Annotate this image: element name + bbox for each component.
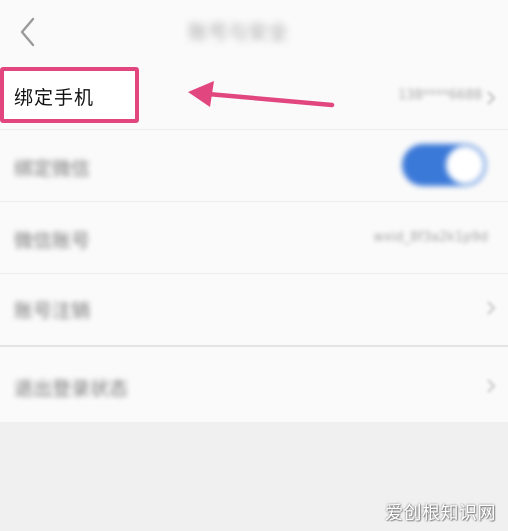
row-wechat-account[interactable]: 微信账号 wxid_8f3a2k1p9d [0,202,508,272]
wechat-account-label: 微信账号 [14,230,91,252]
annotation-arrow-icon [188,81,335,108]
wechat-toggle[interactable] [402,144,486,186]
wechat-account-value: wxid_8f3a2k1p9d [373,230,488,245]
bind-wechat-label: 绑定微信 [14,158,91,180]
divider [0,345,508,347]
chevron-right-icon [487,379,496,393]
page-title: 账号与安全 [188,20,288,44]
settings-screen: 账号与安全 138****6688 绑定手机 绑定微信 微信账号 wxid_8f… [0,0,508,531]
chevron-left-icon [20,17,35,47]
bind-phone-value: 138****6688 [398,88,482,103]
chevron-right-icon [487,91,496,105]
bind-phone-label: 绑定手机 [14,87,95,109]
logout-label: 退出登录状态 [14,378,129,400]
back-button[interactable] [14,14,44,50]
row-delete-account[interactable]: 账号注销 [0,274,508,344]
watermark: 爱创根知识网 [385,503,496,524]
row-logout[interactable]: 退出登录状态 [0,348,508,422]
toggle-knob [446,146,484,184]
delete-account-label: 账号注销 [14,300,91,322]
chevron-right-icon [487,301,496,315]
